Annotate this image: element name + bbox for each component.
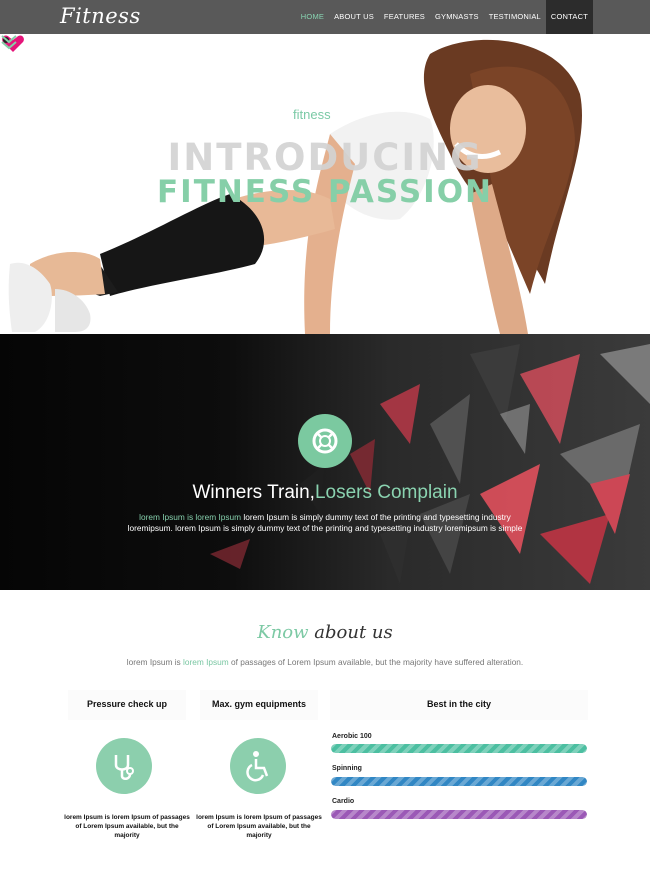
- about-subtitle-pre: lorem Ipsum is: [126, 657, 184, 667]
- feature-1-title: Pressure check up: [86, 699, 168, 709]
- site-logo[interactable]: Fitness: [60, 4, 141, 28]
- bar-fill-spinning: [331, 777, 587, 786]
- hero-section: fitness INTRODUCING FITNESS PASSION: [0, 34, 650, 334]
- feature-1-text: lorem Ipsum is lorem Ipsum of passages o…: [64, 814, 190, 839]
- about-heading: Know about us: [0, 622, 650, 643]
- bar-track-aerobic: [331, 744, 587, 753]
- stethoscope-icon: [114, 755, 134, 780]
- about-subtitle-highlight: lorem Ipsum: [183, 657, 229, 667]
- nav-gymnasts[interactable]: GYMNASTS: [430, 0, 484, 34]
- feature-1-icon-circle: [96, 738, 152, 794]
- band-paragraph: lorem Ipsum is lorem Ipsum lorem Ipsum i…: [110, 512, 540, 534]
- nav-contact[interactable]: CONTACT: [545, 0, 593, 34]
- feature-2-icon-circle: [230, 738, 286, 794]
- top-navbar: Fitness HOME ABOUT US FEATURES GYMNASTS …: [0, 0, 650, 34]
- main-menu: HOME ABOUT US FEATURES GYMNASTS TESTIMON…: [296, 0, 593, 34]
- band-text-line2: loremipsum. lorem Ipsum is simply dummy …: [127, 523, 523, 533]
- bar-label-aerobic: Aerobic 100: [332, 733, 372, 740]
- bar-track-spinning: [331, 777, 587, 786]
- feature-2-title: Max. gym equipments: [211, 699, 307, 709]
- hero-heading-line2: FITNESS PASSION: [157, 174, 493, 210]
- band-text-highlight: lorem Ipsum is lorem Ipsum: [139, 512, 242, 522]
- best-title: Best in the city: [426, 699, 491, 709]
- wheelchair-icon: [246, 751, 269, 782]
- motivation-band: Winners Train,Losers Complain lorem Ipsu…: [0, 334, 650, 590]
- band-heading-main: Winners Train,: [192, 482, 315, 503]
- bar-label-spinning: Spinning: [332, 765, 362, 772]
- bar-label-cardio: Cardio: [332, 798, 355, 805]
- band-heading: Winners Train,Losers Complain: [0, 482, 650, 504]
- bar-track-cardio: [331, 810, 587, 819]
- nav-features[interactable]: FEATURES: [379, 0, 430, 34]
- about-heading-rest: about us: [314, 622, 393, 643]
- nav-about-us[interactable]: ABOUT US: [329, 0, 379, 34]
- feature-2-text: lorem Ipsum is lorem Ipsum of passages o…: [196, 814, 322, 839]
- about-heading-accent: Know: [257, 622, 309, 643]
- lifebuoy-icon-circle: [298, 414, 352, 468]
- hero-heading-line1: INTRODUCING: [167, 136, 483, 179]
- band-heading-accent: Losers Complain: [314, 482, 458, 503]
- bar-fill-cardio: [331, 810, 587, 819]
- bar-fill-aerobic: [331, 744, 587, 753]
- nav-home[interactable]: HOME: [296, 0, 329, 34]
- about-subtitle-post: of passages of Lorem Ipsum available, bu…: [228, 657, 524, 667]
- nav-testimonial[interactable]: TESTIMONIAL: [484, 0, 546, 34]
- lifebuoy-icon: [312, 428, 338, 454]
- about-subtitle: lorem Ipsum is lorem Ipsum of passages o…: [0, 657, 650, 667]
- double-chevron-down-icon[interactable]: [0, 34, 18, 50]
- hero-brand-text: fitness: [293, 107, 331, 122]
- band-text-rest: lorem Ipsum is simply dummy text of the …: [241, 512, 511, 522]
